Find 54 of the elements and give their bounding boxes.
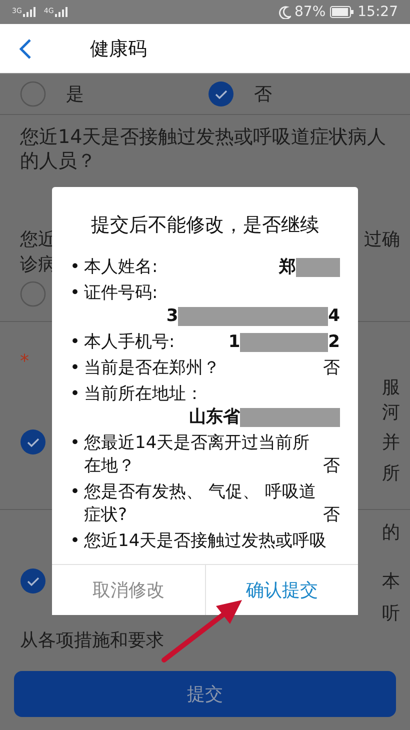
option-label: 否: [254, 83, 272, 106]
question-text: 河: [382, 400, 400, 424]
field-label: 您是否有发热、 气促、 呼吸道症状?: [84, 481, 317, 527]
moon-icon: [278, 6, 291, 18]
radio-checked[interactable]: [20, 568, 46, 594]
field-value: 4: [328, 305, 340, 328]
question-text: 听: [382, 602, 400, 624]
question-text: 并: [382, 431, 400, 454]
question-text: 从各项措施和要求: [20, 628, 164, 652]
bullet: •: [70, 256, 82, 279]
field-value: 否: [323, 455, 340, 478]
field-label: 本人姓名:: [84, 256, 158, 279]
cancel-button[interactable]: 取消修改: [52, 565, 206, 615]
required-mark: *: [20, 351, 29, 372]
page-title: 健康码: [90, 36, 147, 62]
bullet: •: [70, 432, 82, 455]
signal-icon: [22, 7, 36, 17]
field-label: 您最近14天是否离开过当前所在地？: [84, 432, 311, 478]
dialog-title: 提交后不能修改，是否继续: [90, 213, 320, 238]
question-text: 过确: [364, 228, 400, 250]
clock: 15:27: [358, 4, 398, 20]
field-label: 您近14天是否接触过发热或呼吸: [84, 531, 327, 551]
bullet: •: [70, 481, 82, 504]
battery-icon: [330, 6, 354, 18]
submit-button[interactable]: 提交: [14, 671, 396, 717]
field-label: 当前所在地址：: [84, 384, 203, 404]
field-label: 当前是否在郑州？: [84, 357, 220, 380]
field-label: 证件号码:: [84, 283, 158, 303]
field-value: 否: [323, 357, 340, 380]
option-label: 是: [66, 83, 84, 106]
field-label: 本人手机号:: [84, 331, 175, 354]
question-text: 本: [382, 570, 400, 593]
signal-icon: [54, 7, 68, 17]
bullet: •: [70, 530, 82, 553]
field-value: 郑: [279, 256, 296, 279]
field-value: 3: [166, 305, 178, 328]
bullet: •: [70, 282, 82, 305]
question-text: 服: [382, 376, 400, 398]
back-icon[interactable]: [18, 38, 32, 60]
question-text: 所: [382, 462, 400, 484]
question-text: 您近14天是否接触过发热或呼吸道症状病人的人员？: [20, 125, 388, 173]
field-value: 2: [328, 331, 340, 354]
bullet: •: [70, 383, 82, 406]
field-value: 否: [323, 504, 340, 527]
battery-percent: 87%: [294, 4, 326, 20]
field-value: 1: [228, 331, 240, 354]
field-value: 山东省: [189, 406, 240, 429]
bullet: •: [70, 357, 82, 380]
radio-checked[interactable]: [208, 81, 234, 107]
radio-unchecked[interactable]: [20, 81, 46, 107]
bullet: •: [70, 331, 82, 354]
radio-unchecked[interactable]: [20, 281, 46, 307]
radio-checked[interactable]: [20, 429, 46, 455]
question-text: 的: [382, 520, 400, 544]
